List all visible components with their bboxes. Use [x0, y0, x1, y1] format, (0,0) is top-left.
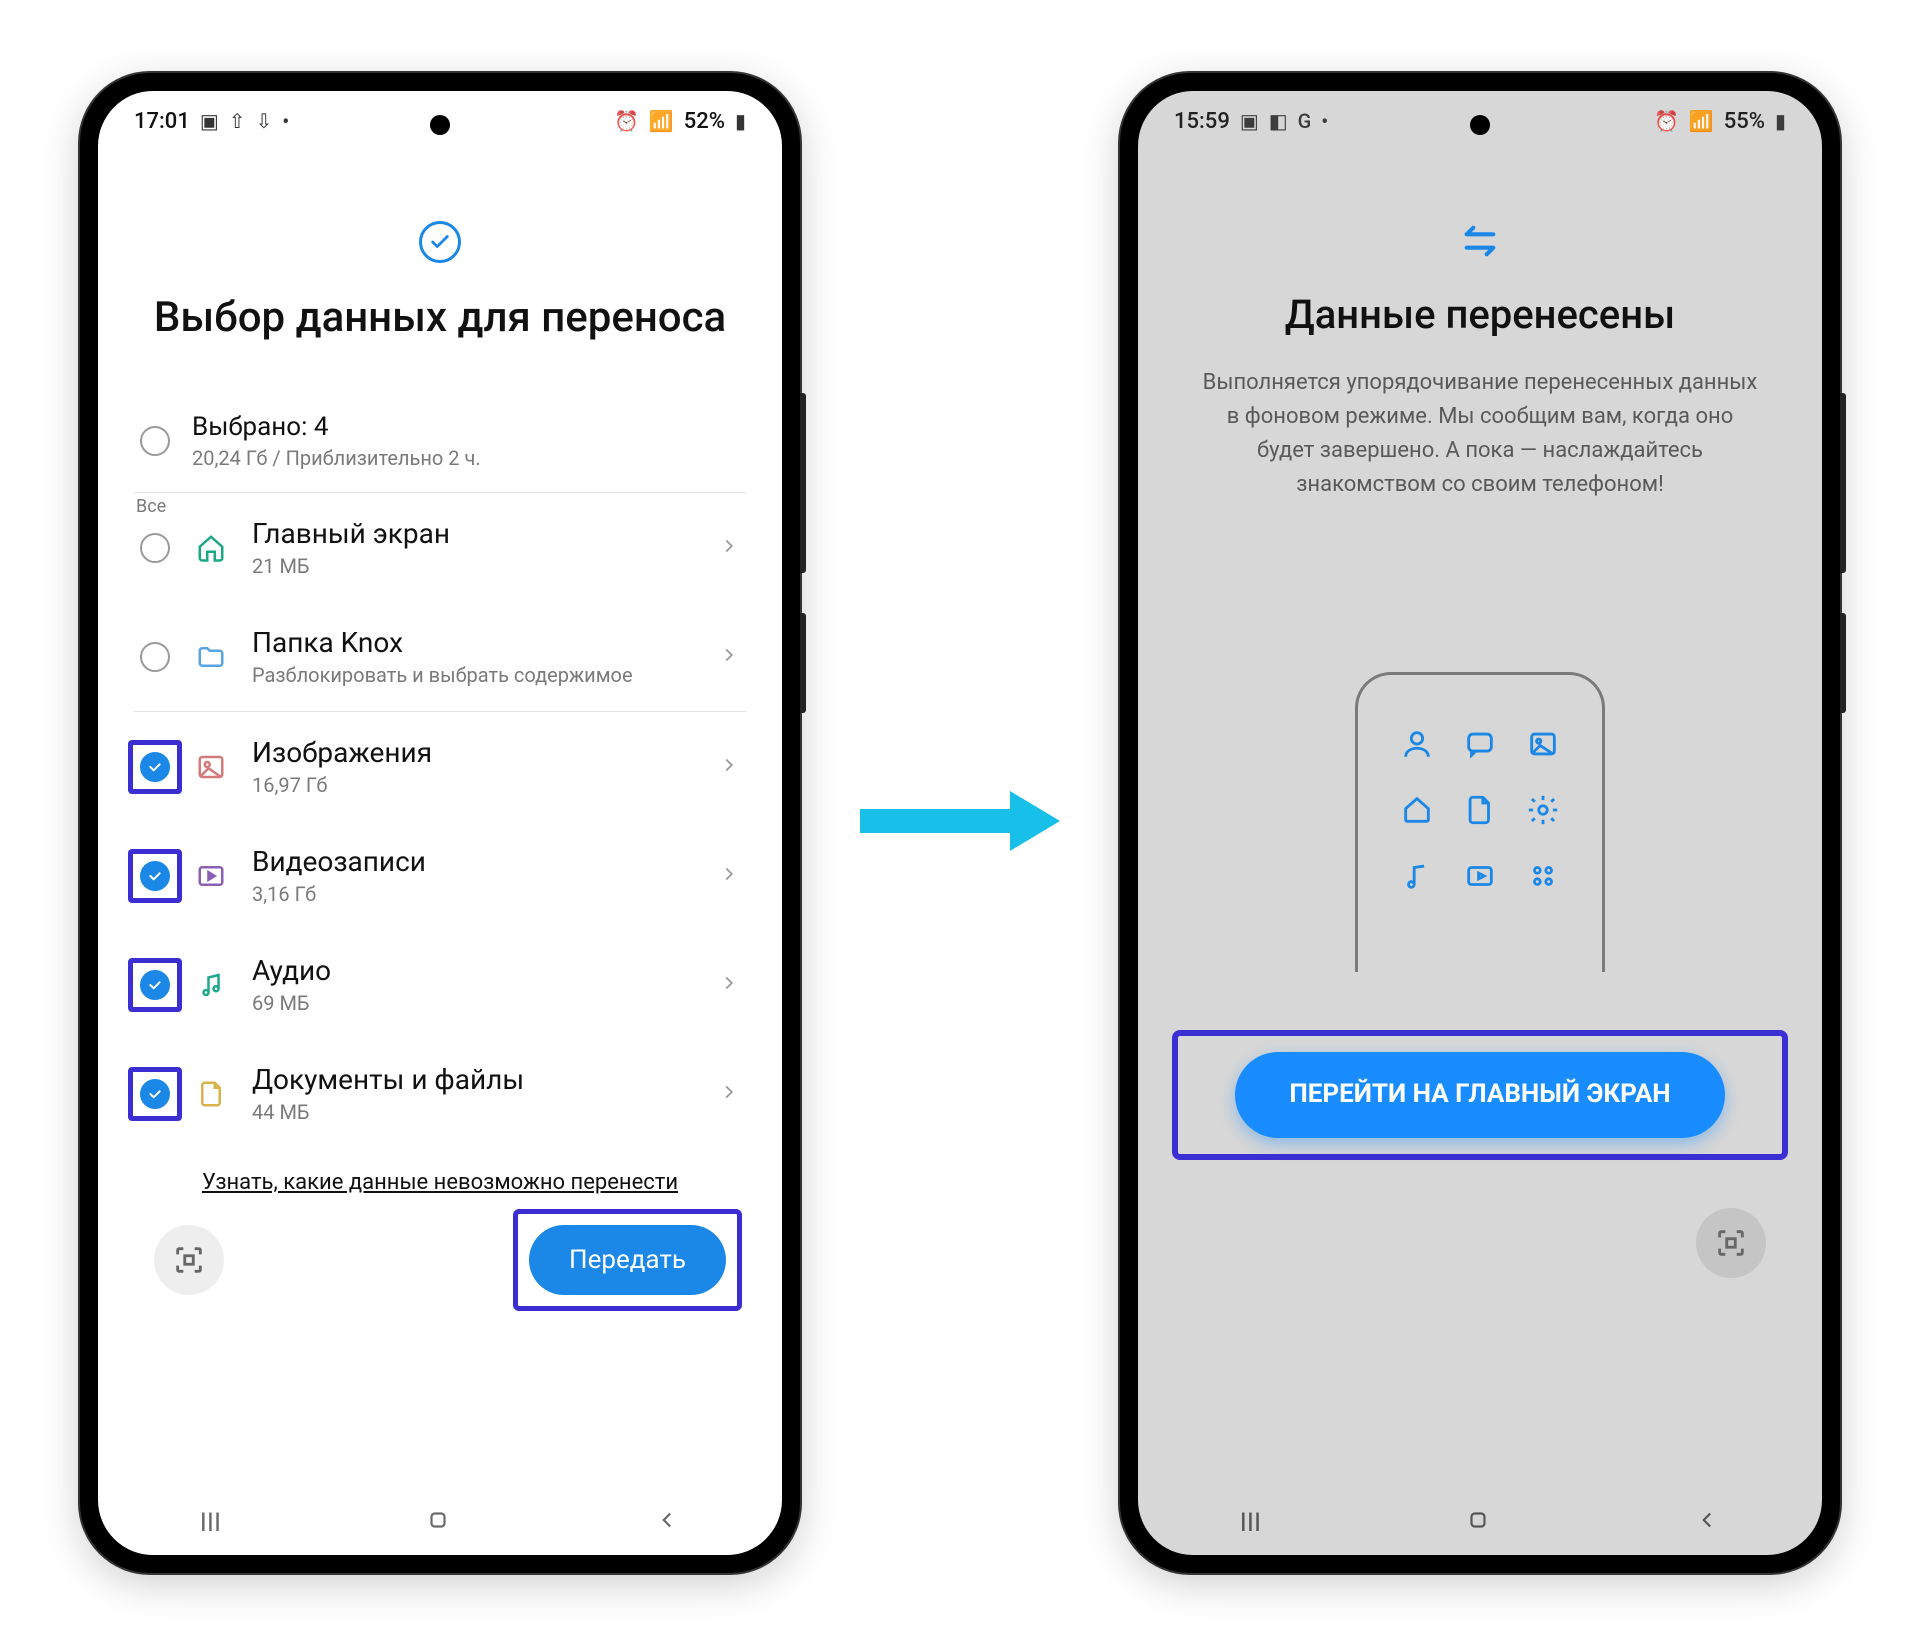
- back-button[interactable]: [654, 1507, 680, 1540]
- phone-right: 15:59 ▣ ◧ G • ⏰ 📶 55% ▮: [1120, 73, 1840, 1573]
- list-item-audio[interactable]: Аудио 69 МБ: [134, 930, 746, 1039]
- checkbox-checked[interactable]: [140, 752, 170, 782]
- checkbox-checked[interactable]: [140, 861, 170, 891]
- nav-bar: III: [98, 1491, 782, 1555]
- item-sub: 44 МБ: [252, 1100, 694, 1124]
- video-icon: [1463, 859, 1497, 897]
- chevron-right-icon: [718, 1081, 740, 1107]
- item-title: Аудио: [252, 954, 694, 987]
- phone-left: 17:01 ▣ ⇧ ⇩ • ⏰ 📶 52% ▮ Выбор данных для: [80, 73, 800, 1573]
- image-icon: [194, 750, 228, 784]
- signal-icon: 📶: [1689, 109, 1714, 133]
- transfer-button-highlight: Передать: [529, 1225, 726, 1295]
- checkbox[interactable]: [140, 642, 170, 672]
- camera-cutout: [430, 115, 450, 135]
- transfer-button[interactable]: Передать: [529, 1225, 726, 1295]
- list-item-images[interactable]: Изображения 16,97 Гб: [134, 712, 746, 821]
- home-icon: [1400, 793, 1434, 831]
- item-sub: 3,16 Гб: [252, 882, 694, 906]
- qr-capture-button[interactable]: [154, 1225, 224, 1295]
- recents-button[interactable]: III: [200, 1508, 221, 1538]
- transfer-icon: [1460, 221, 1500, 261]
- recents-button[interactable]: III: [1240, 1508, 1261, 1538]
- category-list: Главный экран 21 МБ Папка Knox Р: [134, 492, 746, 1148]
- gallery-icon: ▣: [200, 109, 219, 133]
- home-icon: [194, 531, 228, 565]
- cta-highlight: [1172, 1030, 1788, 1160]
- chevron-right-icon: [718, 644, 740, 670]
- gear-icon: [1526, 793, 1560, 831]
- item-sub: 69 МБ: [252, 991, 694, 1015]
- item-title: Изображения: [252, 736, 694, 769]
- document-icon: [1463, 793, 1497, 831]
- list-item-home[interactable]: Главный экран 21 МБ: [134, 493, 746, 602]
- audio-icon: [1400, 859, 1434, 897]
- page-title: Выбор данных для переноса: [134, 293, 746, 342]
- item-sub: 21 МБ: [252, 554, 694, 578]
- download-icon: ⇩: [256, 109, 273, 133]
- selected-count: Выбрано: 4: [192, 412, 481, 442]
- signal-icon: 📶: [649, 109, 674, 133]
- cannot-transfer-link[interactable]: Узнать, какие данные невозможно перенест…: [202, 1170, 678, 1195]
- battery-text: 55%: [1724, 109, 1765, 134]
- page-title: Данные перенесены: [1174, 291, 1786, 338]
- chevron-right-icon: [718, 972, 740, 998]
- nav-bar: III: [1138, 1491, 1822, 1555]
- checkbox[interactable]: [140, 533, 170, 563]
- upload-icon: ⇧: [229, 109, 246, 133]
- list-item-video[interactable]: Видеозаписи 3,16 Гб: [134, 821, 746, 930]
- alarm-icon: ⏰: [614, 109, 639, 133]
- gallery-icon: ▣: [1240, 109, 1259, 133]
- item-sub: Разблокировать и выбрать содержимое: [252, 663, 694, 687]
- person-icon: [1400, 727, 1434, 765]
- status-time: 17:01: [134, 109, 190, 134]
- item-title: Папка Knox: [252, 626, 694, 659]
- battery-icon: ▮: [1775, 109, 1786, 133]
- alarm-icon: ⏰: [1654, 109, 1679, 133]
- selected-size: 20,24 Гб / Приблизительно 2 ч.: [192, 446, 481, 470]
- apps-icon: [1526, 859, 1560, 897]
- list-item-documents[interactable]: Документы и файлы 44 МБ: [134, 1039, 746, 1148]
- battery-text: 52%: [684, 109, 725, 134]
- chevron-right-icon: [718, 863, 740, 889]
- device-illustration: [1355, 672, 1605, 972]
- item-title: Главный экран: [252, 517, 694, 550]
- flow-arrow-icon: [860, 781, 1060, 865]
- home-button[interactable]: [1465, 1507, 1491, 1540]
- folder-icon: [194, 640, 228, 674]
- g-icon: G: [1298, 109, 1312, 133]
- description-text: Выполняется упорядочивание перенесенных …: [1174, 366, 1786, 502]
- video-icon: [194, 859, 228, 893]
- document-icon: [194, 1077, 228, 1111]
- camera-cutout: [1470, 115, 1490, 135]
- audio-icon: [194, 968, 228, 1002]
- chat-icon: [1463, 727, 1497, 765]
- checkbox-checked[interactable]: [140, 1079, 170, 1109]
- status-time: 15:59: [1174, 109, 1230, 134]
- item-title: Документы и файлы: [252, 1063, 694, 1096]
- item-title: Видеозаписи: [252, 845, 694, 878]
- dot-icon: •: [282, 109, 289, 133]
- battery-icon: ▮: [735, 109, 746, 133]
- select-all-row[interactable]: Все Выбрано: 4 20,24 Гб / Приблизительно…: [134, 412, 746, 492]
- list-item-knox[interactable]: Папка Knox Разблокировать и выбрать соде…: [134, 602, 746, 711]
- check-header-icon: [419, 221, 461, 263]
- chevron-right-icon: [718, 754, 740, 780]
- checkbox-checked[interactable]: [140, 970, 170, 1000]
- back-button[interactable]: [1694, 1507, 1720, 1540]
- dot-icon: •: [1321, 109, 1328, 133]
- app-icon: ◧: [1269, 109, 1288, 133]
- home-button[interactable]: [425, 1507, 451, 1540]
- qr-capture-button[interactable]: [1696, 1208, 1766, 1278]
- image-icon: [1526, 727, 1560, 765]
- item-sub: 16,97 Гб: [252, 773, 694, 797]
- chevron-right-icon: [718, 535, 740, 561]
- select-all-checkbox[interactable]: [140, 426, 170, 456]
